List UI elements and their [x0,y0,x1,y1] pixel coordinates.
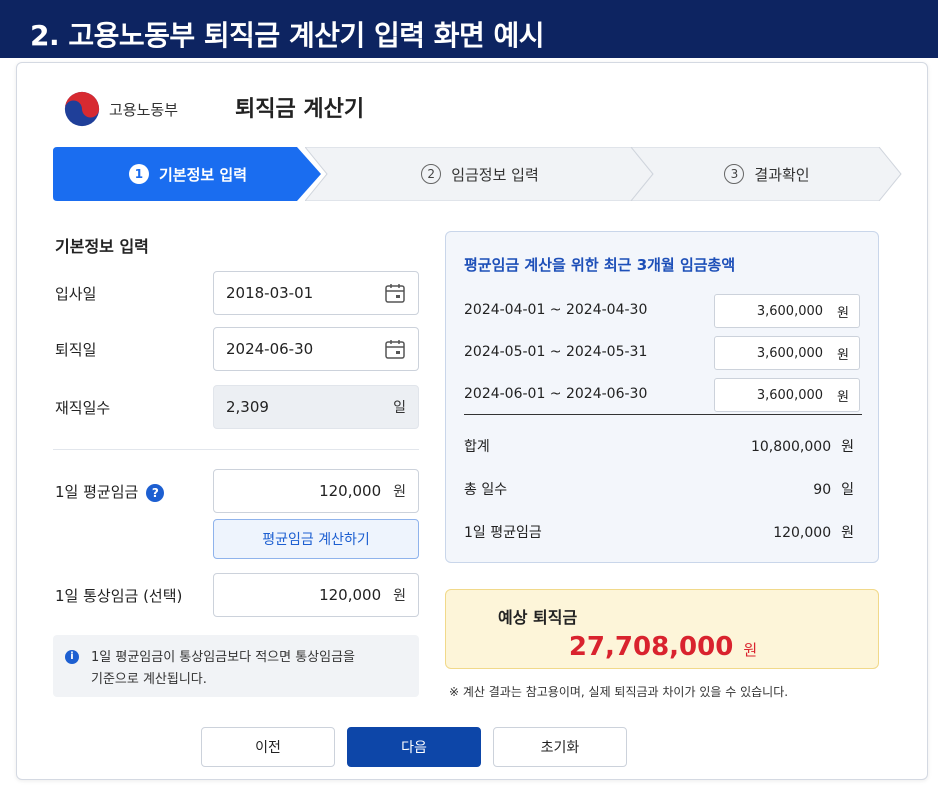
taegeuk-emblem-icon [64,91,100,127]
wage-amount: 3,600,000 [756,303,824,319]
tenure-days-unit: 일 [393,400,406,416]
retire-date-label: 퇴직일 [55,341,97,359]
avg-wage-label: 1일 평균임금 [55,483,139,501]
ordinary-wage-label: 1일 통상임금 (선택) [55,587,183,605]
step-label: 임금정보 입력 [451,165,539,184]
wage-amount: 3,600,000 [756,387,824,403]
result-amount: 27,708,000 원 [446,632,880,662]
daily-avg-unit: 원 [841,525,854,541]
prev-button[interactable]: 이전 [201,727,335,767]
calc-avg-wage-button[interactable]: 평균임금 계산하기 [213,519,419,559]
ordinary-wage-value: 120,000 [319,586,382,604]
step-wage-info[interactable]: 2 임금정보 입력 [305,147,655,201]
tenure-days-row: 재직일수 2,309 일 [53,385,419,429]
reset-button[interactable]: 초기화 [493,727,627,767]
ministry-logo: 고용노동부 [63,90,178,128]
sum-row: 합계 10,800,000 원 [464,436,854,456]
step-basic-info[interactable]: 1 기본정보 입력 [53,147,323,201]
wage-amount-input[interactable]: 3,600,000 원 [714,294,860,328]
wage-amount: 3,600,000 [756,345,824,361]
info-icon: i [65,650,79,664]
disclaimer-text: ※ 계산 결과는 참고용이며, 실제 퇴직금과 차이가 있을 수 있습니다. [449,685,789,699]
wage-summary-panel: 평균임금 계산을 위한 최근 3개월 임금총액 2024-04-01 ~ 202… [445,231,879,563]
avg-wage-input[interactable]: 120,000 원 [213,469,419,513]
step-indicator: 1 기본정보 입력 2 임금정보 입력 3 결과확인 [53,147,903,201]
step-number: 1 [128,164,149,184]
wage-unit: 원 [837,347,849,363]
notice-line-1: 1일 평균임금이 통상임금보다 적으면 통상임금을 [91,650,356,665]
form-divider [53,449,419,450]
ordinary-wage-unit: 원 [393,588,406,604]
wage-row: 2024-06-01 ~ 2024-06-30 3,600,000 원 [464,378,862,412]
sum-value: 10,800,000 [750,439,832,455]
wage-row: 2024-04-01 ~ 2024-04-30 3,600,000 원 [464,294,862,328]
section-title: 기본정보 입력 [55,237,149,256]
estimated-severance-box: 예상 퇴직금 27,708,000 원 [445,589,879,669]
org-name: 고용노동부 [109,100,179,119]
wage-row: 2024-05-01 ~ 2024-05-31 3,600,000 원 [464,336,862,370]
step-result[interactable]: 3 결과확인 [631,147,903,201]
calendar-icon[interactable] [384,338,406,360]
basic-info-form: 기본정보 입력 입사일 2018-03-01 퇴직일 2024-06-30 재직… [53,233,419,697]
wage-amount-input[interactable]: 3,600,000 원 [714,336,860,370]
total-days-label: 총 일수 [464,482,508,498]
daily-avg-row: 1일 평균임금 120,000 원 [464,522,854,542]
app-title: 퇴직금 계산기 [235,97,365,122]
calculator-card: 고용노동부 퇴직금 계산기 1 기본정보 입력 2 임금정보 입력 3 결과확인… [16,62,928,780]
next-button[interactable]: 다음 [347,727,481,767]
wage-amount-input[interactable]: 3,600,000 원 [714,378,860,412]
retire-date-input[interactable]: 2024-06-30 [213,327,419,371]
total-days-value: 90 [813,482,832,498]
sum-label: 합계 [464,439,490,455]
avg-wage-value: 120,000 [319,482,382,500]
wage-unit: 원 [837,389,849,405]
hire-date-value: 2018-03-01 [226,284,314,302]
total-days-row: 총 일수 90 일 [464,479,854,499]
result-value: 27,708,000 [568,632,734,662]
hire-date-row: 입사일 2018-03-01 [53,271,419,315]
daily-avg-label: 1일 평균임금 [464,525,542,541]
step-number: 2 [421,164,442,184]
hire-date-input[interactable]: 2018-03-01 [213,271,419,315]
page-title: 2. 고용노동부 퇴직금 계산기 입력 화면 예시 [0,0,938,58]
header: 고용노동부 [63,87,178,131]
step-label: 기본정보 입력 [158,165,248,184]
avg-wage-label-group: 1일 평균임금? [55,481,165,502]
avg-wage-unit: 원 [393,484,406,500]
tenure-days-label: 재직일수 [55,399,111,417]
retire-date-row: 퇴직일 2024-06-30 [53,327,419,371]
result-unit: 원 [743,641,758,659]
wage-period: 2024-04-01 ~ 2024-04-30 [464,302,648,318]
tenure-days-field: 2,309 일 [213,385,419,429]
wage-panel-title: 평균임금 계산을 위한 최근 3개월 임금총액 [464,256,736,274]
ordinary-wage-input[interactable]: 120,000 원 [213,573,419,617]
sum-unit: 원 [841,439,854,455]
step-label: 결과확인 [754,165,810,184]
total-days-unit: 일 [841,482,854,498]
help-icon[interactable]: ? [146,483,165,502]
ordinary-wage-row: 1일 통상임금 (선택) 120,000 원 [53,573,419,617]
avg-wage-row: 1일 평균임금? 120,000 원 [53,469,419,513]
calendar-icon[interactable] [384,282,406,304]
wage-period: 2024-06-01 ~ 2024-06-30 [464,386,648,402]
result-label: 예상 퇴직금 [498,608,578,627]
info-notice: i 1일 평균임금이 통상임금보다 적으면 통상임금을 기준으로 계산됩니다. [53,635,419,697]
daily-avg-value: 120,000 [773,525,832,541]
sum-divider [464,414,862,415]
hire-date-label: 입사일 [55,285,97,303]
notice-line-2: 기준으로 계산됩니다. [91,672,207,687]
wage-unit: 원 [837,305,849,321]
wage-period: 2024-05-01 ~ 2024-05-31 [464,344,648,360]
tenure-days-value: 2,309 [226,398,269,416]
retire-date-value: 2024-06-30 [226,340,314,358]
step-number: 3 [724,164,745,184]
